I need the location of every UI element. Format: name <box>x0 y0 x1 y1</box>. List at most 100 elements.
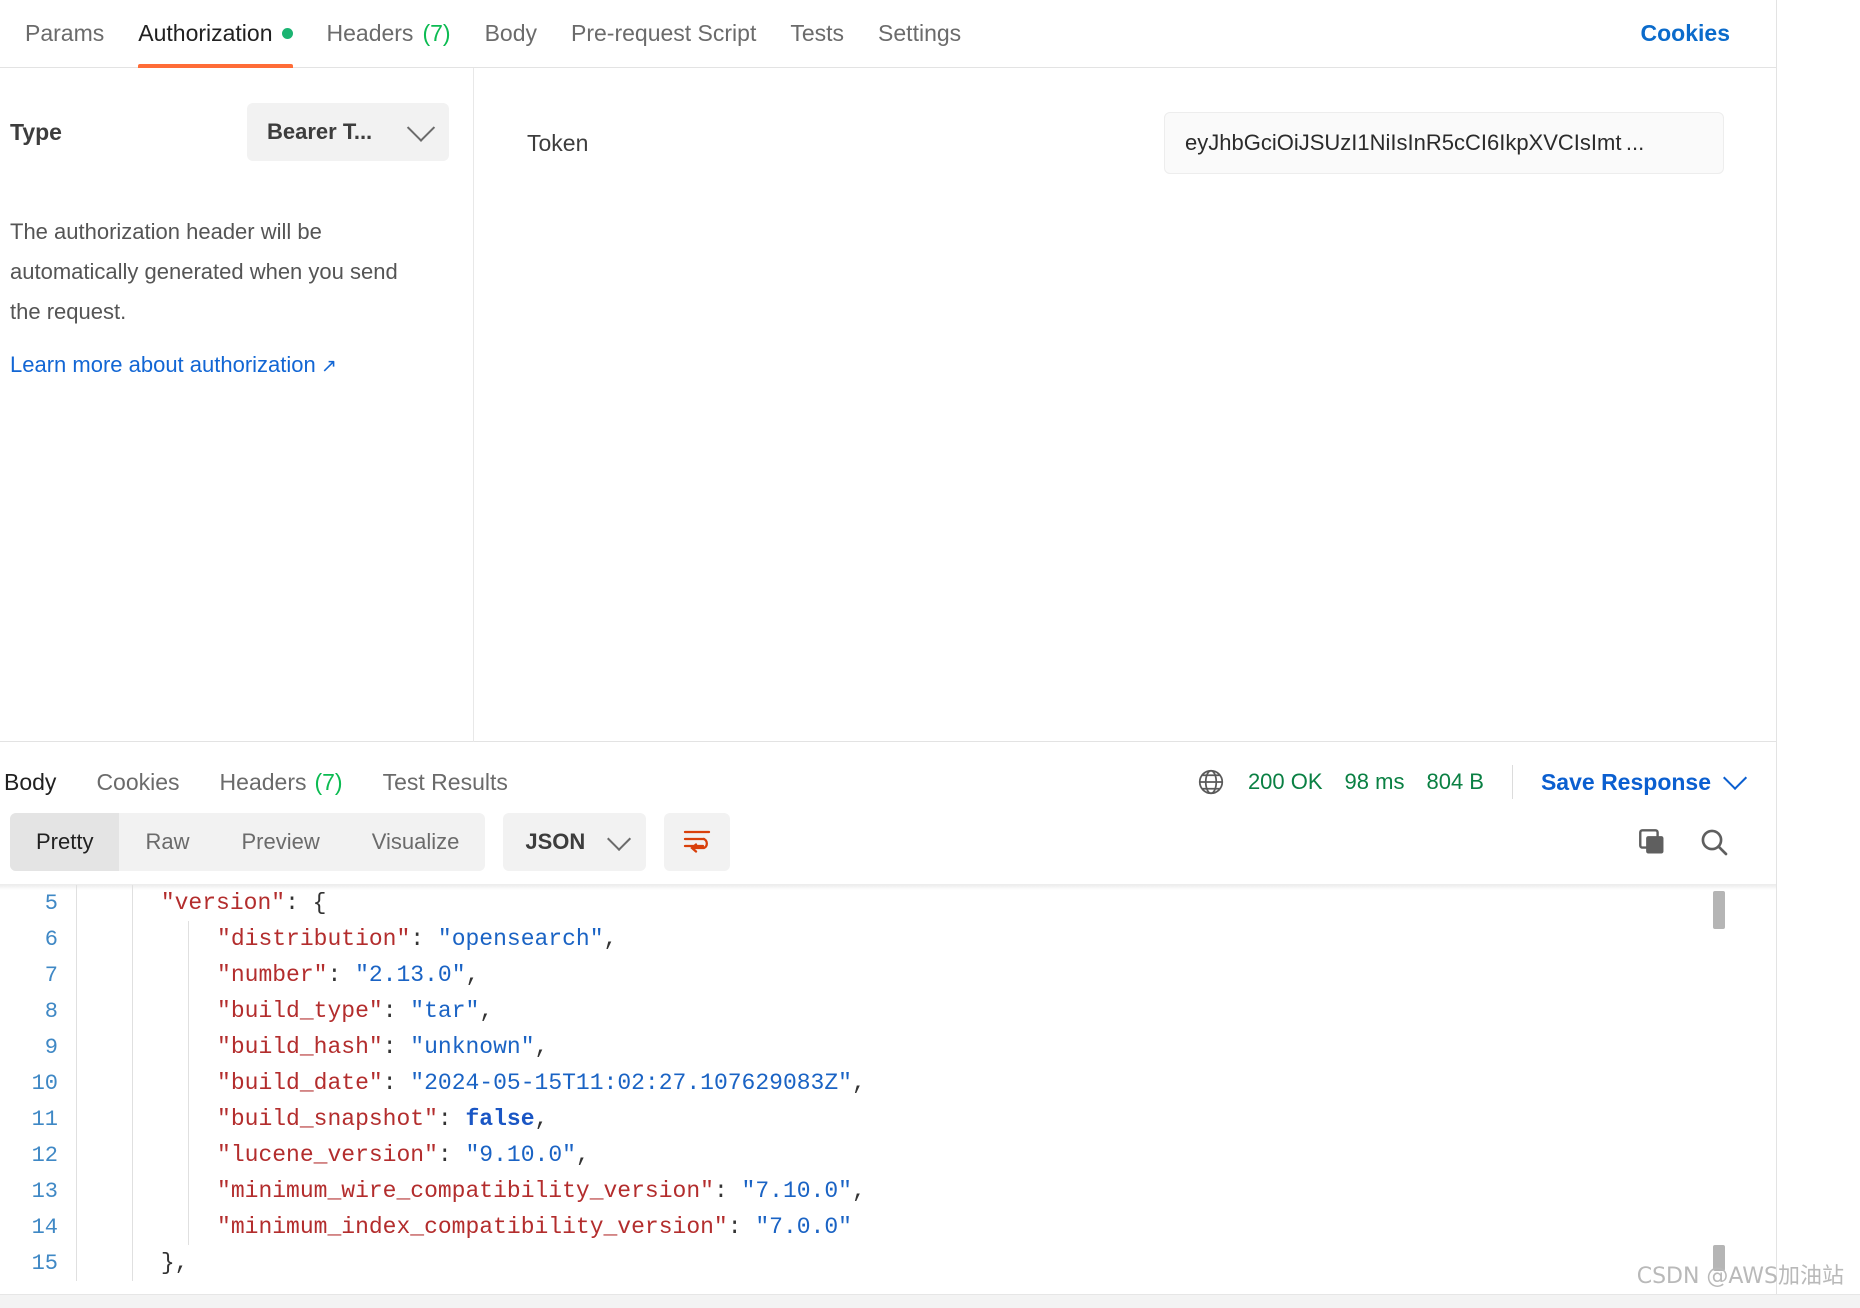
watermark: CSDN @AWS加油站 <box>1636 1264 1844 1289</box>
code-vertical-scrollbar[interactable] <box>1712 885 1726 1294</box>
code-token: }, <box>160 1250 189 1277</box>
code-text: "minimum_wire_compatibility_version": "7… <box>77 1173 1776 1209</box>
code-token: "9.10.0" <box>465 1142 576 1169</box>
postman-request-response-pane: Params Authorization Headers (7) Body Pr… <box>0 0 1860 1308</box>
code-token: : <box>437 1142 466 1169</box>
code-token: , <box>534 1106 549 1133</box>
code-token: , <box>479 998 494 1025</box>
view-label: Pretty <box>36 829 94 854</box>
code-token: : <box>437 1106 466 1133</box>
scrollbar-thumb-top[interactable] <box>1713 891 1725 929</box>
code-text: "number": "2.13.0", <box>77 957 1776 993</box>
auth-type-row: Type Bearer T... <box>8 103 449 161</box>
code-line: 9 "build_hash": "unknown", <box>0 1029 1776 1065</box>
line-number: 5 <box>44 890 58 916</box>
external-link-arrow-icon: ↗ <box>315 356 337 377</box>
cookies-link[interactable]: Cookies <box>1641 20 1730 47</box>
code-token: : <box>410 926 438 953</box>
code-text: }, <box>77 1245 1776 1281</box>
tab-pre-request-script[interactable]: Pre-request Script <box>554 0 773 68</box>
response-size: 804 B <box>1426 769 1484 794</box>
view-pretty[interactable]: Pretty <box>10 813 120 871</box>
word-wrap-icon <box>682 827 712 858</box>
tab-label: Test Results <box>382 768 508 795</box>
copy-icon[interactable] <box>1636 826 1668 858</box>
tab-label: Cookies <box>96 768 180 795</box>
tab-settings[interactable]: Settings <box>861 0 978 68</box>
code-token: , <box>575 1142 590 1169</box>
tab-params[interactable]: Params <box>8 0 121 68</box>
body-tools <box>1636 826 1730 858</box>
view-visualize[interactable]: Visualize <box>346 813 486 871</box>
code-token: "number" <box>217 962 328 989</box>
word-wrap-toggle[interactable] <box>664 813 731 871</box>
code-token: "tar" <box>410 998 480 1025</box>
view-preview[interactable]: Preview <box>215 813 345 871</box>
globe-icon[interactable] <box>1196 767 1226 797</box>
code-line: 6 "distribution": "opensearch", <box>0 921 1776 957</box>
code-token: "build_hash" <box>217 1034 383 1061</box>
code-token: "minimum_wire_compatibility_version" <box>217 1178 714 1205</box>
view-label: Raw <box>145 829 190 854</box>
body-format-select[interactable]: JSON <box>503 813 647 871</box>
code-text: "distribution": "opensearch", <box>77 921 1776 957</box>
learn-more-label: Learn more about authorization <box>10 352 316 377</box>
tab-label: Body <box>4 768 57 795</box>
line-number: 6 <box>44 926 58 952</box>
tab-label: Headers <box>219 768 307 795</box>
code-token: , <box>851 1070 866 1097</box>
line-number: 11 <box>31 1106 58 1132</box>
code-token: "7.0.0" <box>755 1214 852 1241</box>
token-label: Token <box>527 129 589 156</box>
tab-label: Headers <box>326 20 414 46</box>
response-status-group: 200 OK 98 ms 804 B Save Response <box>1196 765 1748 799</box>
tab-headers[interactable]: Headers (7) <box>310 0 468 68</box>
search-icon[interactable] <box>1698 826 1730 858</box>
code-token: "distribution" <box>217 926 411 953</box>
view-raw[interactable]: Raw <box>119 813 215 871</box>
body-format-value: JSON <box>525 829 586 854</box>
chevron-down-icon <box>406 113 436 142</box>
tab-count-badge: (7) <box>422 20 451 46</box>
divider <box>1511 765 1513 799</box>
save-response-button[interactable]: Save Response <box>1541 765 1748 796</box>
status-code: 200 OK <box>1247 769 1323 794</box>
authorization-editor: Type Bearer T... The authorization heade… <box>0 68 1776 742</box>
token-input[interactable]: eyJhbGciOiJSUzI1NiIsInR5cCI6IkpXVCIsImt … <box>1164 112 1724 174</box>
response-body-code-viewer[interactable]: 5 "version": {6 "distribution": "opensea… <box>0 884 1776 1294</box>
learn-more-authorization-link[interactable]: Learn more about authorization ↗ <box>8 352 337 378</box>
code-token: : <box>382 998 411 1025</box>
code-line: 12 "lucene_version": "9.10.0", <box>0 1137 1776 1173</box>
tab-body[interactable]: Body <box>468 0 554 68</box>
view-label: Visualize <box>371 829 460 854</box>
code-token: "opensearch" <box>437 926 604 953</box>
code-token: : <box>382 1034 411 1061</box>
line-number: 9 <box>44 1034 58 1060</box>
footer-strip <box>0 1294 1860 1308</box>
code-token: , <box>465 962 480 989</box>
code-token: : <box>713 1178 742 1205</box>
body-view-switcher: Pretty Raw Preview Visualize <box>10 813 486 871</box>
chevron-down-icon <box>1723 765 1748 790</box>
code-line: 10 "build_date": "2024-05-15T11:02:27.10… <box>0 1065 1776 1101</box>
tab-authorization[interactable]: Authorization <box>121 0 309 68</box>
right-gutter <box>1777 0 1860 1308</box>
auth-type-select[interactable]: Bearer T... <box>247 103 449 161</box>
code-text: "build_type": "tar", <box>77 993 1776 1029</box>
tab-tests[interactable]: Tests <box>773 0 861 68</box>
code-token: "minimum_index_compatibility_version" <box>217 1214 728 1241</box>
code-line: 7 "number": "2.13.0", <box>0 957 1776 993</box>
